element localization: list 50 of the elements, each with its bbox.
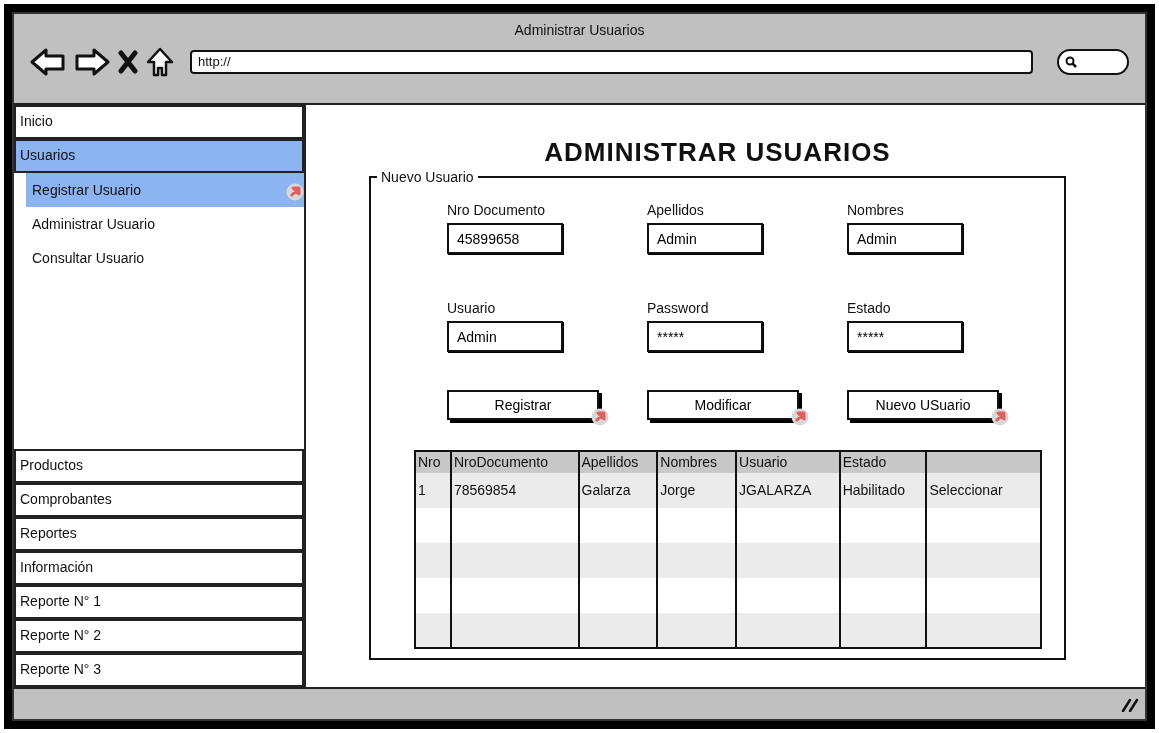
field-label: Estado <box>847 299 892 318</box>
column-header[interactable]: Nro <box>415 451 451 473</box>
back-icon[interactable] <box>30 48 66 76</box>
sidebar-item[interactable]: Productos <box>14 449 304 483</box>
field-label: Usuario <box>447 299 497 318</box>
window-title: Administrar Usuarios <box>513 21 646 40</box>
form-button[interactable]: Modificar <box>647 390 799 420</box>
column-header[interactable]: Nombres <box>657 451 737 473</box>
input-field[interactable]: Admin <box>447 321 563 352</box>
sidebar-item[interactable]: Reporte N° 1 <box>14 585 304 619</box>
table-cell: Seleccionar <box>926 473 1041 508</box>
table-cell: 78569854 <box>450 473 579 508</box>
column-header[interactable]: Usuario <box>736 451 840 473</box>
address-field[interactable]: http:// <box>190 50 1033 74</box>
field-label: Password <box>647 299 710 318</box>
column-header[interactable]: NroDocumento <box>450 451 579 473</box>
table-cell: Galarza <box>578 473 658 508</box>
input-field[interactable]: Admin <box>847 223 963 254</box>
sidebar-item[interactable]: Reportes <box>14 517 304 551</box>
input-field[interactable]: ***** <box>847 321 963 352</box>
table-cell: Habilitado <box>839 473 927 508</box>
input-field[interactable]: ***** <box>647 321 763 352</box>
sidebar-subitem[interactable]: Registrar Usuario <box>26 173 304 207</box>
form-button[interactable]: Nuevo USuario <box>847 390 999 420</box>
close-icon[interactable] <box>118 50 138 74</box>
home-icon[interactable] <box>146 47 174 77</box>
field-label: Nro Documento <box>447 201 547 220</box>
input-field[interactable]: Admin <box>647 223 763 254</box>
forward-icon[interactable] <box>74 48 110 76</box>
input-field[interactable]: 45899658 <box>447 223 563 254</box>
page-heading: ADMINISTRAR USUARIOS <box>543 136 892 169</box>
form-button[interactable]: Registrar <box>447 390 599 420</box>
table-cell: JGALARZA <box>736 473 840 508</box>
sidebar-item[interactable]: Usuarios <box>14 139 304 173</box>
sidebar-item[interactable]: Reporte N° 2 <box>14 619 304 653</box>
resize-grip-icon[interactable] <box>1121 696 1139 712</box>
sidebar-item[interactable]: Reporte N° 3 <box>14 653 304 687</box>
search-icon <box>1065 56 1077 68</box>
field-label: Apellidos <box>647 201 705 220</box>
sidebar-subitem[interactable]: Administrar Usuario <box>26 207 304 241</box>
sidebar-item[interactable]: Inicio <box>14 105 304 139</box>
table-cell: 1 <box>415 473 451 508</box>
sidebar-subitem[interactable]: Consultar Usuario <box>26 241 304 275</box>
field-label: Nombres <box>847 201 905 220</box>
sidebar-item[interactable]: Comprobantes <box>14 483 304 517</box>
column-header[interactable]: Estado <box>839 451 927 473</box>
column-header[interactable]: Apellidos <box>578 451 658 473</box>
search-field[interactable] <box>1057 49 1129 75</box>
sidebar-item[interactable]: Información <box>14 551 304 585</box>
table-cell: Jorge <box>657 473 737 508</box>
